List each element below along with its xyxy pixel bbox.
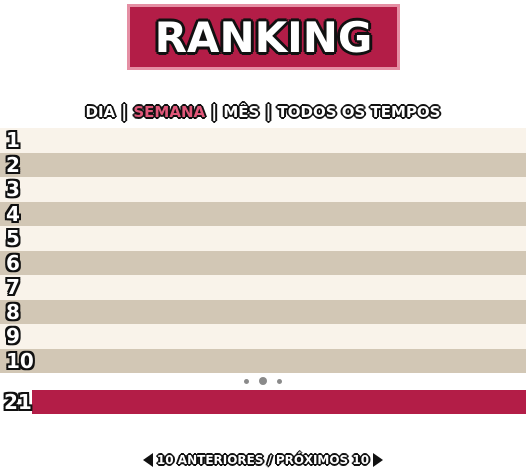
arrow-left-icon[interactable] <box>142 453 153 467</box>
dot-icon <box>244 378 249 384</box>
rank-number: 5 <box>6 226 20 251</box>
rank-number: 3 <box>6 177 20 202</box>
rank-number: 10 <box>6 348 34 373</box>
pagination: 10 ANTERIORES / PRÓXIMOS 10 <box>0 450 526 470</box>
dot-icon <box>277 378 282 384</box>
page-title: RANKING <box>154 12 373 62</box>
ranking-row: 3 <box>0 177 526 202</box>
tab-dia[interactable]: DIA <box>86 103 116 121</box>
player-rank-number: 21 <box>0 390 32 414</box>
ranking-row: 10 <box>0 348 526 373</box>
rank-number: 6 <box>6 250 20 275</box>
rank-number: 8 <box>6 299 20 324</box>
ranking-row: 8 <box>0 299 526 324</box>
rank-number: 4 <box>6 201 20 226</box>
ranking-row: 7 <box>0 275 526 300</box>
tab-separator: | <box>265 102 272 122</box>
ranking-title-banner: RANKING <box>127 4 400 70</box>
rank-number: 7 <box>6 275 20 300</box>
ranking-list: 1 2 3 4 5 6 7 8 9 10 <box>0 128 526 373</box>
tab-separator: | <box>121 102 128 122</box>
tab-mes[interactable]: MÊS <box>223 103 259 121</box>
ranking-row: 5 <box>0 226 526 251</box>
previous-page-button[interactable]: 10 ANTERIORES <box>157 453 264 467</box>
arrow-right-icon[interactable] <box>373 453 384 467</box>
rank-number: 2 <box>6 152 20 177</box>
ranking-row: 6 <box>0 250 526 275</box>
rank-number: 1 <box>6 128 20 153</box>
ranking-row: 9 <box>0 324 526 349</box>
rank-number: 9 <box>6 324 20 349</box>
player-rank-row: 21 <box>0 390 526 414</box>
next-page-button[interactable]: PRÓXIMOS 10 <box>276 453 369 467</box>
pager-separator: / <box>267 453 272 467</box>
dot-icon <box>259 377 267 385</box>
ranking-row: 4 <box>0 201 526 226</box>
ranking-row: 2 <box>0 152 526 177</box>
period-tabs: DIA | SEMANA | MÊS | TODOS OS TEMPOS <box>0 100 526 124</box>
ellipsis-dots <box>0 374 526 388</box>
tab-todos-os-tempos[interactable]: TODOS OS TEMPOS <box>278 103 441 121</box>
ranking-row: 1 <box>0 128 526 153</box>
tab-separator: | <box>211 102 218 122</box>
tab-semana[interactable]: SEMANA <box>133 103 205 121</box>
